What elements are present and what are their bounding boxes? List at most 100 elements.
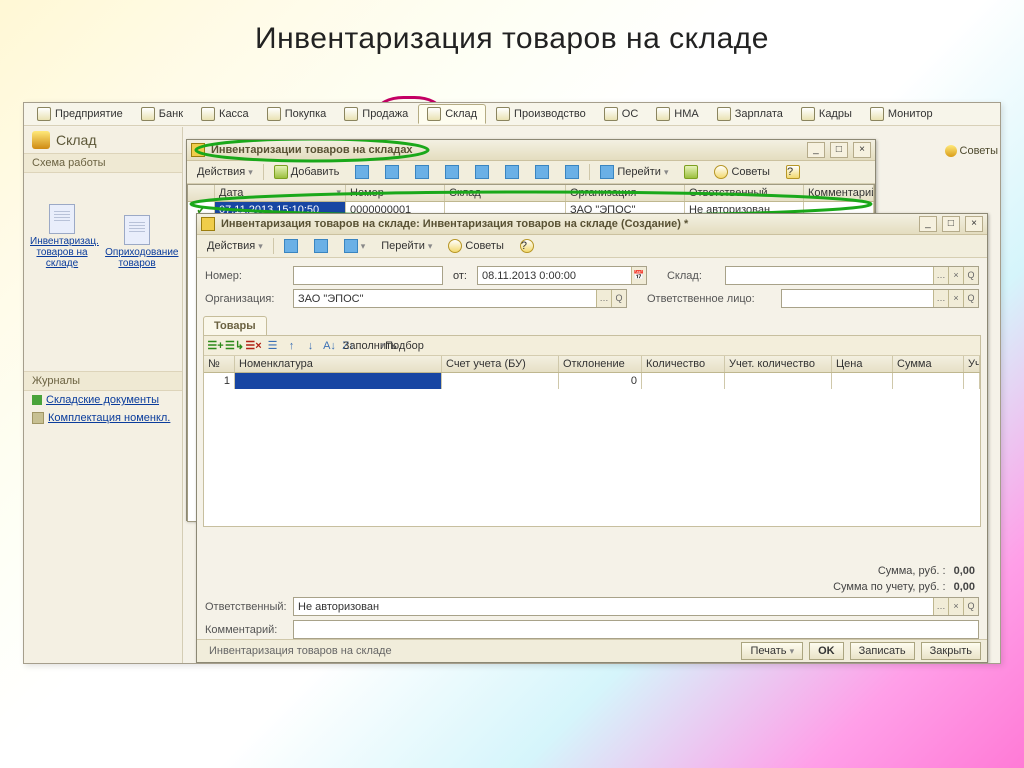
goto-menu[interactable]: Перейти ▾: [375, 238, 438, 254]
sort-button[interactable]: [529, 163, 555, 181]
open-icon[interactable]: Q: [963, 267, 978, 284]
row-up-button[interactable]: ↑: [284, 338, 299, 353]
tips-button[interactable]: Советы: [442, 237, 509, 255]
minimize-button[interactable]: _: [807, 142, 825, 158]
filter-button[interactable]: [469, 163, 495, 181]
spreadsheet-button[interactable]: [308, 237, 334, 255]
extra-button[interactable]: ▾: [338, 237, 372, 255]
tab-warehouse[interactable]: Склад: [418, 104, 486, 124]
date-input[interactable]: 08.11.2013 0:00:00📅: [477, 266, 647, 285]
maximize-button[interactable]: □: [830, 142, 848, 158]
close-doc-button[interactable]: Закрыть: [921, 642, 981, 660]
calendar-icon[interactable]: 📅: [631, 267, 646, 284]
row-insert-button[interactable]: ☰↳: [227, 338, 242, 353]
journal-warehouse-docs[interactable]: Складские документы: [24, 391, 182, 409]
journal-complect[interactable]: Комплектация номенкл.: [24, 409, 182, 427]
tab-monitor[interactable]: Монитор: [862, 105, 941, 123]
open-icon[interactable]: Q: [611, 290, 626, 307]
copy-button[interactable]: [349, 163, 375, 181]
select-icon[interactable]: …: [933, 598, 948, 615]
window-controls: _ □ ×: [917, 216, 983, 232]
bank-icon: [141, 107, 155, 121]
save-button[interactable]: Записать: [850, 642, 915, 660]
node-receipt[interactable]: Оприходование товаров: [105, 215, 169, 269]
slide-title: Инвентаризация товаров на складе: [0, 22, 1024, 56]
clear-icon[interactable]: ×: [948, 598, 963, 615]
plus-icon: [274, 165, 288, 179]
close-button[interactable]: ×: [965, 216, 983, 232]
add-button[interactable]: Добавить: [268, 163, 346, 181]
clear-icon[interactable]: ×: [948, 290, 963, 307]
row-add-button[interactable]: ☰+: [208, 338, 223, 353]
tab-sales[interactable]: Продажа: [336, 105, 416, 123]
tab-bank[interactable]: Банк: [133, 105, 191, 123]
number-input[interactable]: [293, 266, 443, 285]
doc-green-icon: [32, 395, 42, 405]
help-button[interactable]: ?: [514, 237, 540, 255]
maximize-button[interactable]: □: [942, 216, 960, 232]
more-button[interactable]: [678, 163, 704, 181]
ok-button[interactable]: OK: [809, 642, 844, 660]
row-delete-button[interactable]: ☰×: [246, 338, 261, 353]
pick-button[interactable]: Подбор: [391, 338, 418, 353]
print-button[interactable]: Печать ▾: [741, 642, 803, 660]
doc-status-text: Инвентаризация товаров на складе: [209, 645, 392, 657]
select-icon[interactable]: …: [933, 290, 948, 307]
refresh-button[interactable]: [439, 163, 465, 181]
help-button[interactable]: ?: [780, 163, 806, 181]
document-icon: [49, 204, 75, 234]
sort-asc-button[interactable]: A↓: [322, 338, 337, 353]
actions-menu[interactable]: Действия ▾: [201, 238, 269, 254]
nav-section-scheme: Схема работы: [24, 153, 182, 173]
open-icon[interactable]: Q: [963, 598, 978, 615]
responsible-input[interactable]: Не авторизован…×Q: [293, 597, 979, 616]
save-icon-button[interactable]: [278, 237, 304, 255]
window-controls: _ □ ×: [805, 142, 871, 158]
items-grid[interactable]: № Номенклатура Счет учета (БУ) Отклонени…: [204, 356, 980, 524]
goto-menu[interactable]: Перейти ▾: [594, 163, 674, 181]
label-responsible: Ответственный:: [205, 601, 287, 613]
comment-input[interactable]: [293, 620, 979, 639]
tips-button[interactable]: Советы: [708, 163, 775, 181]
items-tab[interactable]: Товары: [203, 316, 267, 335]
refresh-icon: [445, 165, 459, 179]
totals-sum: Сумма, руб. :0,00: [197, 563, 987, 579]
tab-purchase[interactable]: Покупка: [259, 105, 335, 123]
close-button[interactable]: ×: [853, 142, 871, 158]
tab-payroll[interactable]: Зарплата: [709, 105, 791, 123]
coins-icon: [717, 107, 731, 121]
nav-panel: Склад Схема работы Инвентаризац. товаров…: [24, 127, 183, 663]
idea-icon: [656, 107, 670, 121]
row-down-button[interactable]: ↓: [303, 338, 318, 353]
responsible-person-input[interactable]: …×Q: [781, 289, 979, 308]
select-icon[interactable]: …: [596, 290, 611, 307]
global-advice[interactable]: Советы: [945, 145, 998, 157]
organization-input[interactable]: ЗАО "ЭПОС"…Q: [293, 289, 627, 308]
minimize-button[interactable]: _: [919, 216, 937, 232]
select-icon[interactable]: …: [933, 267, 948, 284]
label-number: Номер:: [205, 270, 287, 282]
items-row[interactable]: 1 0: [204, 373, 980, 389]
nav-title: Склад: [24, 127, 182, 153]
transfer-button[interactable]: [559, 163, 585, 181]
mark-delete-button[interactable]: [409, 163, 435, 181]
clear-icon[interactable]: ×: [948, 267, 963, 284]
tab-enterprise[interactable]: Предприятие: [29, 105, 131, 123]
actions-menu[interactable]: Действия ▾: [191, 164, 259, 180]
doc-icon: [191, 143, 205, 157]
warehouse-input[interactable]: …×Q: [725, 266, 979, 285]
node-inventory[interactable]: Инвентаризац. товаров на складе: [30, 204, 94, 269]
tab-assets[interactable]: ОС: [596, 105, 647, 123]
tab-production[interactable]: Производство: [488, 105, 594, 123]
tab-cash[interactable]: Касса: [193, 105, 257, 123]
tab-hr[interactable]: Кадры: [793, 105, 860, 123]
help-icon: ?: [520, 239, 534, 253]
tab-intangible[interactable]: НМА: [648, 105, 706, 123]
sort-desc-icon[interactable]: ▾: [336, 187, 341, 199]
open-icon[interactable]: Q: [963, 290, 978, 307]
interval-button[interactable]: [499, 163, 525, 181]
edit-button[interactable]: [379, 163, 405, 181]
row-edit-button[interactable]: ☰: [265, 338, 280, 353]
application-window: Предприятие Банк Касса Покупка Продажа С…: [23, 102, 1001, 664]
fill-menu[interactable]: Заполнить ▾: [360, 338, 387, 353]
